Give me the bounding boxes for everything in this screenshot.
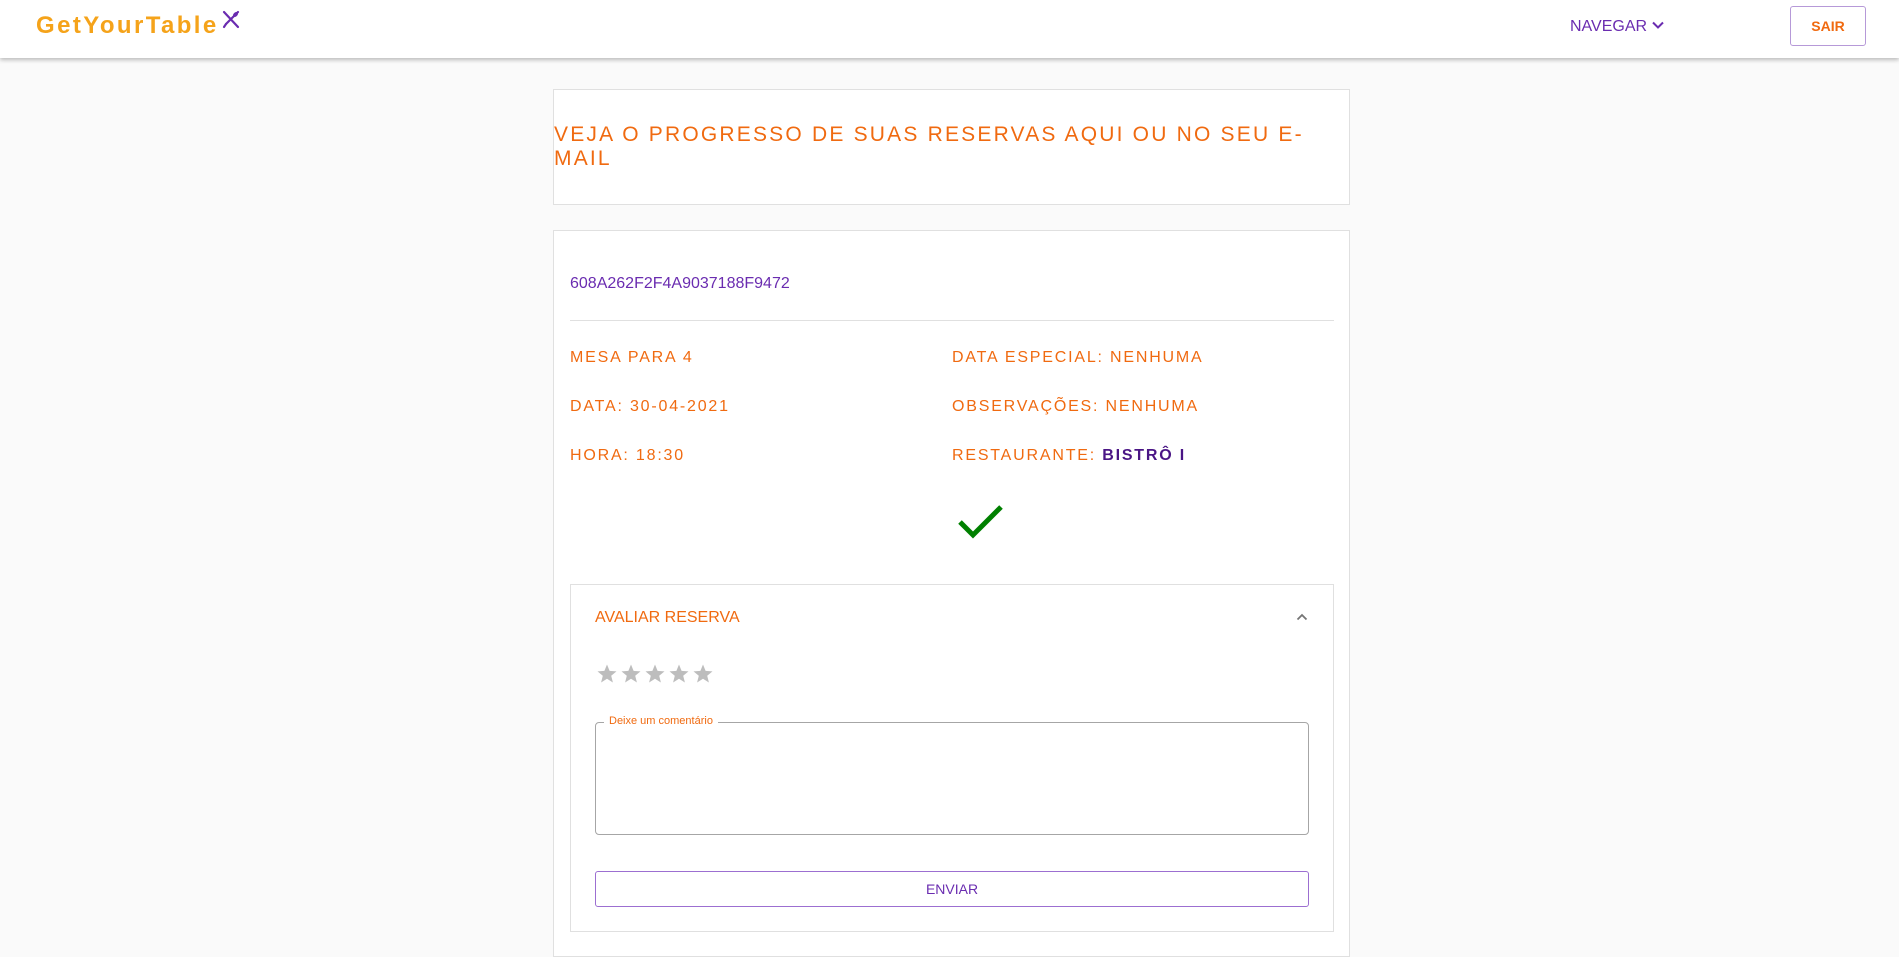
send-button-label: ENVIAR (925, 881, 979, 897)
rating-stars (595, 662, 715, 686)
table-size: MESA PARA 4 (570, 349, 694, 366)
comment-field-label: Deixe um comentário (604, 715, 718, 727)
star-icon[interactable] (643, 662, 667, 686)
utensils-icon (221, 10, 241, 35)
page-headline: VEJA O PROGRESSO DE SUAS RESERVAS AQUI O… (554, 123, 1304, 170)
star-icon[interactable] (595, 662, 619, 686)
restaurant-label: RESTAURANTE: (952, 447, 1103, 464)
reservation-time: HORA: 18:30 (570, 447, 685, 464)
review-panel-header[interactable]: AVALIAR RESERVA (571, 585, 1333, 649)
reservation-date: DATA: 30-04-2021 (570, 398, 730, 415)
star-icon[interactable] (619, 662, 643, 686)
reservation-id: 608A262F2F4A9037188F9472 (570, 275, 790, 292)
divider (570, 320, 1334, 321)
logout-button[interactable]: SAIR (1790, 6, 1866, 46)
send-button[interactable]: ENVIAR (595, 871, 1309, 907)
restaurant-info: RESTAURANTE: BISTRÔ I (952, 447, 1186, 465)
restaurant-name: BISTRÔ I (1102, 447, 1186, 464)
review-panel: AVALIAR RESERVA Deixe um comentário ENVI… (570, 584, 1334, 932)
star-icon[interactable] (667, 662, 691, 686)
star-icon[interactable] (691, 662, 715, 686)
observations: OBSERVAÇÕES: NENHUMA (952, 398, 1200, 415)
brand-logo-link[interactable]: GetYourTable (36, 10, 241, 40)
app-bar: GetYourTable NAVEGAR SAIR (0, 0, 1899, 58)
comment-field: Deixe um comentário (595, 715, 1309, 835)
special-date: DATA ESPECIAL: NENHUMA (952, 349, 1204, 366)
logout-button-label: SAIR (1811, 18, 1845, 34)
chevron-down-icon (1651, 18, 1665, 37)
info-banner-card: VEJA O PROGRESSO DE SUAS RESERVAS AQUI O… (553, 89, 1350, 205)
comment-input[interactable] (608, 737, 1298, 827)
navigate-menu-label: NAVEGAR (1570, 18, 1648, 35)
chevron-up-icon[interactable] (1295, 610, 1309, 629)
reservation-card: 608A262F2F4A9037188F9472 MESA PARA 4 DAT… (553, 230, 1350, 957)
check-icon (957, 502, 1005, 547)
brand-name: GetYourTable (36, 12, 219, 39)
review-panel-title: AVALIAR RESERVA (595, 609, 740, 626)
navigate-menu[interactable]: NAVEGAR (1570, 17, 1665, 37)
